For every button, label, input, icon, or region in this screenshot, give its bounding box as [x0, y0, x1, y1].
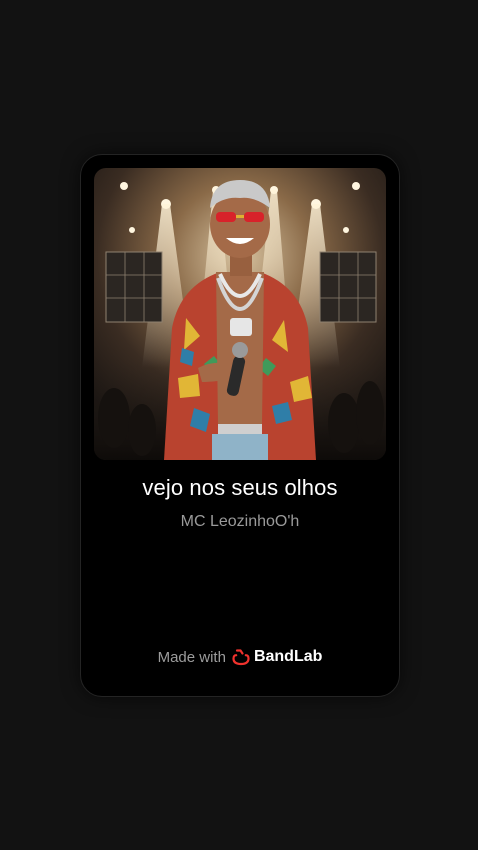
embed-player-card: vejo nos seus olhos MC LeozinhoO'h Made …	[80, 154, 400, 697]
album-cover-image[interactable]	[94, 168, 386, 460]
made-with-bandlab[interactable]: Made with BandLab	[81, 648, 399, 666]
artist-name[interactable]: MC LeozinhoO'h	[81, 513, 399, 531]
bandlab-logo-icon	[232, 648, 250, 665]
bandlab-brand[interactable]: BandLab	[232, 648, 322, 666]
made-with-label: Made with	[157, 648, 226, 666]
track-title[interactable]: vejo nos seus olhos	[81, 475, 399, 501]
bandlab-name: BandLab	[253, 648, 323, 665]
